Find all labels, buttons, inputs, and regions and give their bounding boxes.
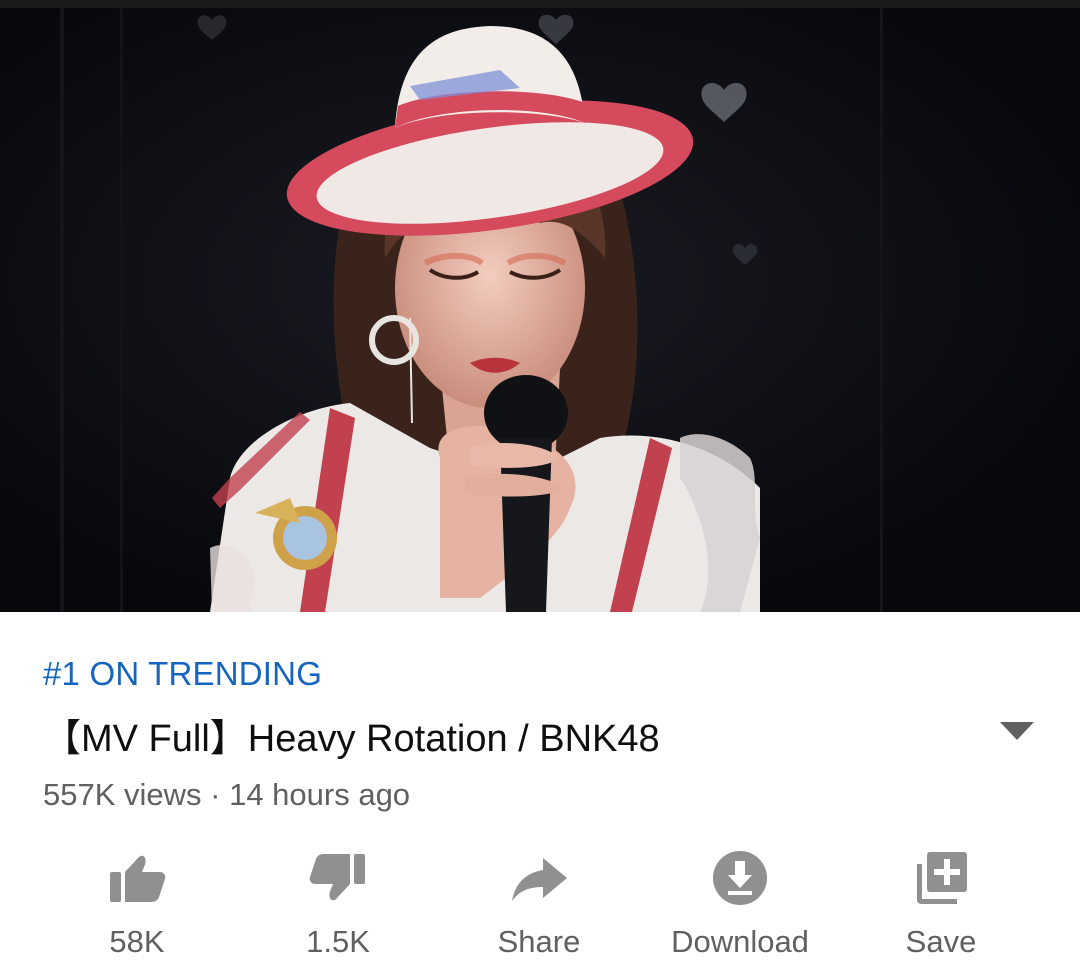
- trending-badge-link[interactable]: #1 ON TRENDING: [43, 655, 322, 693]
- thumbs-up-icon: [110, 855, 166, 902]
- download-label: Download: [671, 924, 809, 959]
- view-count-and-date: 557K views · 14 hours ago: [43, 777, 411, 812]
- dislike-button[interactable]: 1.5K: [238, 840, 438, 970]
- share-label: Share: [497, 924, 581, 959]
- thumbs-down-icon: [309, 854, 365, 901]
- video-player[interactable]: [0, 8, 1080, 612]
- share-button[interactable]: Share: [439, 840, 639, 970]
- video-title: 【MV Full】Heavy Rotation / BNK48: [43, 718, 660, 760]
- download-icon: [713, 851, 767, 905]
- chevron-down-icon: [1000, 722, 1034, 740]
- expand-description-button[interactable]: [994, 716, 1040, 746]
- action-bar: 58K 1.5K Share Download Save: [0, 840, 1080, 970]
- add-to-playlist-icon: [917, 852, 967, 904]
- save-button[interactable]: Save: [841, 840, 1041, 970]
- like-button[interactable]: 58K: [37, 840, 237, 970]
- share-arrow-icon: [512, 858, 567, 901]
- video-frame: [0, 8, 1080, 612]
- download-button[interactable]: Download: [640, 840, 840, 970]
- status-bar-strip: [0, 0, 1080, 8]
- like-count: 58K: [109, 924, 165, 959]
- save-label: Save: [905, 924, 977, 959]
- dislike-count: 1.5K: [306, 924, 370, 959]
